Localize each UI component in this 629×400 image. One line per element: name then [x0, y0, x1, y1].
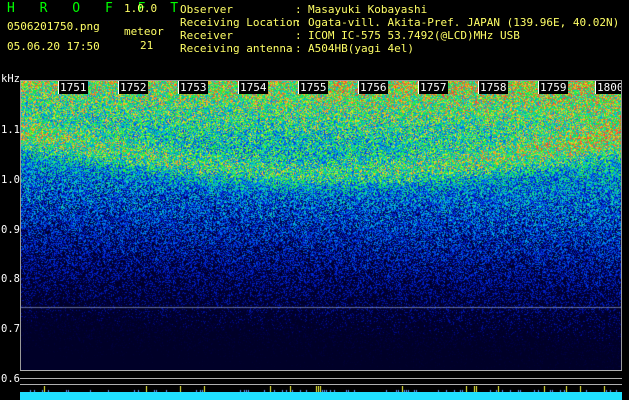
observation-datetime: 05.06.20 17:50	[7, 40, 100, 53]
time-label: 1800	[596, 81, 621, 94]
freq-tick-label: 0.6	[1, 373, 20, 385]
time-label: 1756	[359, 81, 388, 94]
time-axis: 1751 1752 1753 1754 1755 1756 1757 1758 …	[21, 81, 621, 95]
band-line	[20, 384, 622, 385]
info-key: Receiving Location	[180, 16, 300, 29]
frequency-unit-label: kHz	[1, 73, 20, 85]
info-value: A504HB(yagi 4el)	[308, 42, 414, 55]
time-label: 1755	[299, 81, 328, 94]
app-version: 1.0.0	[124, 2, 158, 15]
info-value: Masayuki Kobayashi	[308, 3, 428, 16]
info-key: Receiver	[180, 29, 233, 42]
freq-tick-label: 0.8	[1, 273, 20, 285]
time-label: 1758	[479, 81, 508, 94]
time-label: 1757	[419, 81, 448, 94]
freq-tick-label: 1.1	[1, 124, 20, 136]
info-separator: :	[295, 3, 302, 16]
band-line	[20, 370, 622, 371]
file-name: 0506201750.png	[7, 20, 100, 33]
info-separator: :	[295, 29, 302, 42]
meteor-count: 21	[140, 39, 154, 52]
info-key: Observer	[180, 3, 233, 16]
band-line	[20, 378, 622, 379]
freq-tick-label: 0.7	[1, 323, 20, 335]
freq-tick-label: 0.9	[1, 224, 20, 236]
app-title: H R O F F T	[7, 1, 187, 16]
time-label: 1754	[239, 81, 268, 94]
signal-level-strip	[20, 392, 622, 400]
info-value: Ogata-vill. Akita-Pref. JAPAN (139.96E, …	[308, 16, 620, 29]
spectrogram-panel: 1751 1752 1753 1754 1755 1756 1757 1758 …	[20, 80, 622, 371]
spectrogram-image	[21, 81, 621, 370]
meteor-label: meteor	[124, 25, 164, 38]
freq-tick-label: 1.0	[1, 174, 20, 186]
time-label: 1753	[179, 81, 208, 94]
time-label: 1752	[119, 81, 148, 94]
info-value: ICOM IC-575 53.7492(@LCD)MHz USB	[308, 29, 520, 42]
info-separator: :	[295, 16, 302, 29]
info-key: Receiving antenna	[180, 42, 293, 55]
info-separator: :	[295, 42, 302, 55]
time-label: 1751	[59, 81, 88, 94]
time-label: 1759	[539, 81, 568, 94]
